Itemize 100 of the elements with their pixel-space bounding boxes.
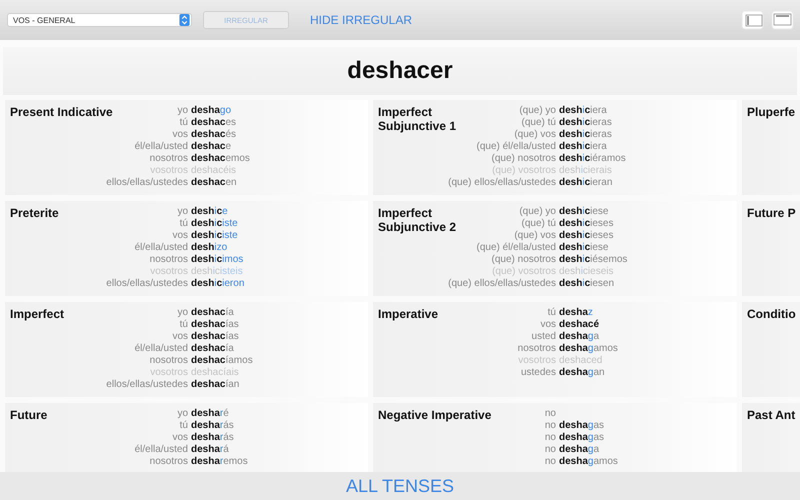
tense-title: Negative Imperative xyxy=(378,408,492,422)
verb-form: deshiciesen xyxy=(558,278,616,290)
verb-form: deshace xyxy=(190,141,232,153)
pronoun: él/ella/usted xyxy=(134,444,188,456)
verb-form: deshiciésemos xyxy=(558,254,628,266)
tense-title: Preterite xyxy=(10,206,60,220)
pronoun: él/ella/usted xyxy=(134,242,188,254)
pronoun: (que) tú xyxy=(522,218,556,230)
verb-form: deshacías xyxy=(190,331,240,343)
verb-form: deshiciste xyxy=(190,218,239,230)
verb-form: deshiciera xyxy=(558,105,608,117)
pronoun: nosotros xyxy=(150,254,188,266)
verb-form: deshiciéramos xyxy=(558,153,626,165)
pronoun: no xyxy=(544,444,556,456)
verb-title: deshacer xyxy=(347,57,453,85)
verb-form: deshaces xyxy=(190,117,238,129)
pronoun: usted xyxy=(532,331,556,343)
verb-form: deshagas xyxy=(558,432,606,444)
verb-form: deshiciera xyxy=(558,141,608,153)
pronoun: (que) yo xyxy=(519,105,556,117)
pronoun: yo xyxy=(177,206,188,218)
verb-form: deshiciese xyxy=(558,242,610,254)
verb-form: desharemos xyxy=(190,456,248,468)
verb-form: deshacés xyxy=(190,129,238,141)
pronoun: no xyxy=(544,432,556,444)
tense-title: Imperfect Subjunctive 2 xyxy=(378,206,458,234)
verb-form: deshaga xyxy=(558,444,600,456)
verb-form: deshagamos xyxy=(558,456,618,468)
pronoun: (que) ellos/ellas/ustedes xyxy=(448,177,556,189)
tense-title: Imperative xyxy=(378,307,440,321)
pronoun: ustedes xyxy=(520,367,556,379)
pronoun: nosotros xyxy=(150,456,188,468)
verb-form: deshacían xyxy=(190,379,240,391)
verb-form: deshacías xyxy=(190,319,240,331)
pronoun: tú xyxy=(180,420,188,432)
pronoun: vos xyxy=(172,230,188,242)
hide-irregular-link[interactable]: HIDE IRREGULAR xyxy=(310,13,412,27)
verb-form: deshacía xyxy=(190,343,235,355)
verb-form: deshiciese xyxy=(558,206,610,218)
dropdown[interactable]: VOS - GENERAL xyxy=(7,13,192,27)
pronoun: nosotros xyxy=(518,343,556,355)
verb-form: deshará xyxy=(190,444,230,456)
verb-form: desharás xyxy=(190,432,235,444)
verb-form: deshicieras xyxy=(558,129,613,141)
stepper-icon xyxy=(179,14,190,26)
pronoun: (que) ellos/ellas/ustedes xyxy=(448,278,556,290)
pronoun: (que) nosotros xyxy=(492,153,556,165)
pronoun: (que) vos xyxy=(514,129,556,141)
pronoun: tú xyxy=(180,319,188,331)
pronoun: tú xyxy=(180,218,188,230)
pronoun: no xyxy=(544,456,556,468)
verb-form: deshaz xyxy=(558,307,594,319)
pronoun: (que) nosotros xyxy=(492,254,556,266)
verb-form: deshaga xyxy=(558,331,600,343)
all-tenses-link[interactable]: ALL TENSES xyxy=(346,476,454,496)
verb-form: deshacemos xyxy=(190,153,250,165)
pronoun: (que) él/ella/usted xyxy=(476,242,556,254)
tense-title: Past Ant xyxy=(747,408,796,422)
pronoun: (que) él/ella/usted xyxy=(476,141,556,153)
pronoun: ellos/ellas/ustedes xyxy=(106,379,188,391)
pronoun: ellos/ellas/ustedes xyxy=(106,177,188,189)
pronoun: vos xyxy=(172,331,188,343)
verb-form: deshagan xyxy=(558,367,606,379)
pronoun: yo xyxy=(177,105,188,117)
pronoun: vos xyxy=(172,432,188,444)
verb-form: deshiciste xyxy=(190,230,239,242)
pronoun: tú xyxy=(548,307,556,319)
verb-form: deshacía xyxy=(190,307,235,319)
verb-form: deshago xyxy=(190,105,232,117)
pronoun: él/ella/usted xyxy=(134,141,188,153)
tense-title: Future xyxy=(10,408,48,422)
tense-title: Conditio xyxy=(747,307,797,321)
tense-title: Imperfect xyxy=(10,307,66,321)
verb-form: deshagas xyxy=(558,420,606,432)
pronoun: nosotros xyxy=(150,153,188,165)
pronoun: yo xyxy=(177,307,188,319)
verb-form: deshice xyxy=(190,206,229,218)
verb-form: deshicimos xyxy=(190,254,244,266)
tense-title: Pluperfe xyxy=(747,105,796,119)
pronoun: no xyxy=(544,420,556,432)
pronoun: tú xyxy=(180,117,188,129)
verb-form: deshizo xyxy=(190,242,228,254)
verb-form: deshacen xyxy=(190,177,238,189)
pronoun: (que) vos xyxy=(514,230,556,242)
tense-title: Future P xyxy=(747,206,797,220)
pronoun: (que) tú xyxy=(522,117,556,129)
pronoun: vos xyxy=(172,129,188,141)
tense-title: Present Indicative xyxy=(10,105,114,119)
verb-form: deshicieses xyxy=(558,230,614,242)
pronoun: vos xyxy=(540,319,556,331)
pronoun: él/ella/usted xyxy=(134,343,188,355)
verb-form: desharé xyxy=(190,408,230,420)
pronoun: nosotros xyxy=(150,355,188,367)
sidebar-layout-icon[interactable] xyxy=(741,10,764,30)
pronoun: ellos/ellas/ustedes xyxy=(106,278,188,290)
header-layout-icon[interactable] xyxy=(771,10,794,30)
verb-form: deshacé xyxy=(558,319,600,331)
verb-form: deshicieran xyxy=(558,177,614,189)
verb-form: deshacíamos xyxy=(190,355,253,367)
verb-form: deshicieses xyxy=(558,218,614,230)
